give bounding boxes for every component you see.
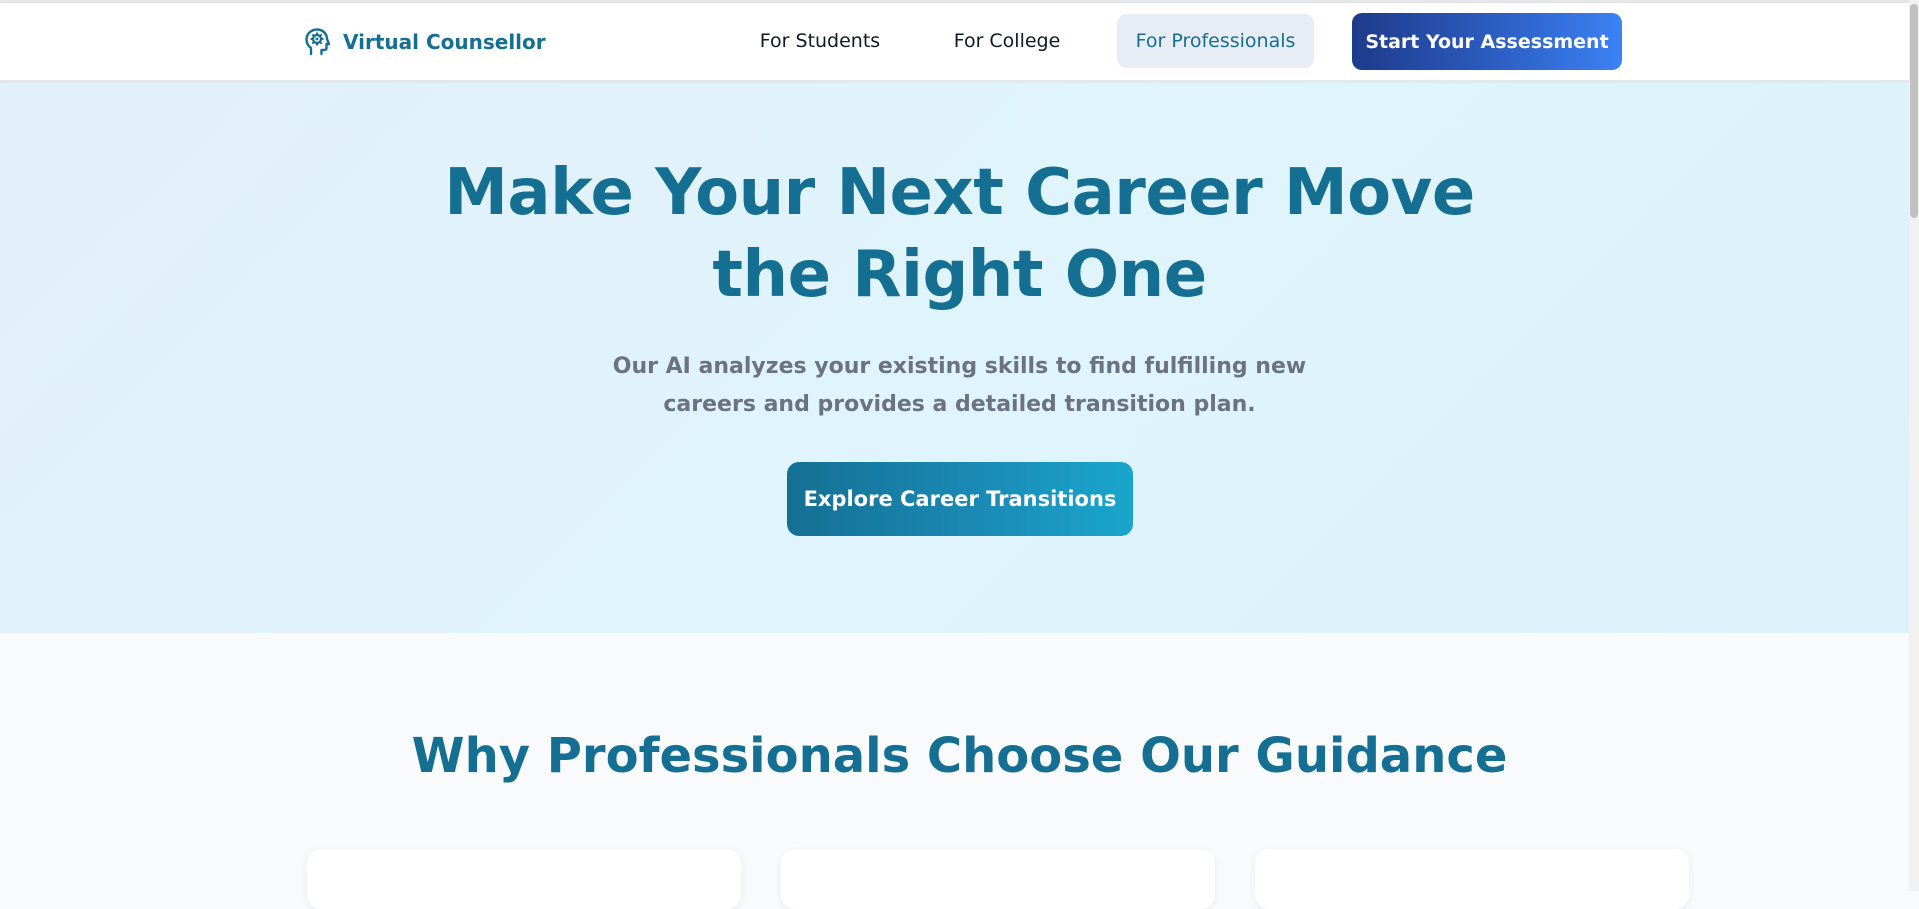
navbar: Virtual Counsellor For Students For Coll… (0, 3, 1919, 81)
head-gear-icon (302, 27, 332, 57)
nav-for-college[interactable]: For College (936, 14, 1078, 68)
hero-subtitle-line-1: Our AI analyzes your existing skills to … (612, 354, 1307, 379)
hero-section: Make Your Next Career Move the Right One… (0, 80, 1919, 633)
nav-for-students[interactable]: For Students (742, 14, 898, 68)
hero-title-line-2: the Right One (712, 238, 1207, 312)
scrollbar-thumb[interactable] (1910, 4, 1918, 218)
features-section: Why Professionals Choose Our Guidance (0, 633, 1919, 909)
nav-for-professionals[interactable]: For Professionals (1117, 14, 1314, 68)
feature-card (1255, 849, 1689, 909)
start-assessment-button[interactable]: Start Your Assessment (1352, 13, 1622, 70)
hero-subtitle: Our AI analyzes your existing skills to … (0, 348, 1919, 424)
brand-logo-link[interactable]: Virtual Counsellor (302, 25, 546, 59)
feature-card (307, 849, 741, 909)
features-title: Why Professionals Choose Our Guidance (411, 728, 1508, 784)
hero-title: Make Your Next Career Move the Right One (0, 152, 1919, 316)
hero-title-line-1: Make Your Next Career Move (444, 156, 1475, 230)
hero-subtitle-line-2: careers and provides a detailed transiti… (663, 392, 1256, 417)
feature-card (781, 849, 1215, 909)
explore-career-transitions-button[interactable]: Explore Career Transitions (787, 462, 1133, 536)
brand-name: Virtual Counsellor (343, 30, 546, 54)
